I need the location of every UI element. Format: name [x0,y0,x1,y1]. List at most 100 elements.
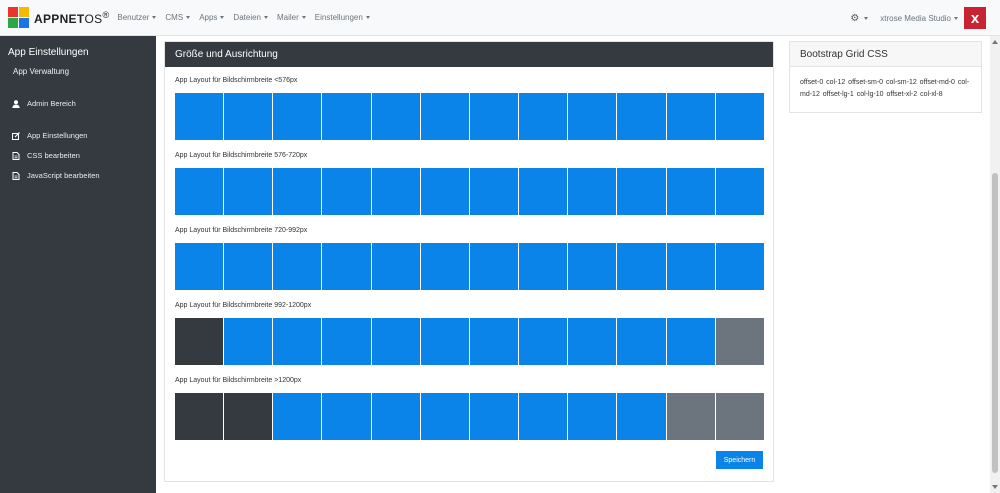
scroll-thumb[interactable] [992,173,998,473]
sidebar-title: App Einstellungen [8,47,89,58]
brand-name: APPNETOS® [34,9,110,26]
file-icon [12,151,20,160]
menu-apps[interactable]: Apps [199,13,225,22]
sidebar-item-javascript-bearbeiten[interactable]: JavaScript bearbeiten [12,171,100,180]
sidebar-item-app-einstellungen[interactable]: App Einstellungen [12,131,87,140]
card-header: Größe und Ausrichtung [165,42,773,67]
grid-cell-col[interactable] [469,168,519,215]
grid-cell-col[interactable] [519,393,568,440]
grid-cell-col[interactable] [420,93,469,140]
grid-cell-col[interactable] [420,318,469,365]
sidebar-item-admin-bereich[interactable]: Admin Bereich [12,99,76,108]
caret-down-icon [864,16,869,20]
grid-cell-col[interactable] [715,168,764,215]
grid-cell-col[interactable] [371,93,420,140]
grid-cell-col[interactable] [273,93,322,140]
grid-cell-col[interactable] [371,393,420,440]
grid-cell-col[interactable] [224,93,273,140]
menu-mailer[interactable]: Mailer [277,13,306,22]
row-label-xs: App Layout für Bildschirmbreite <576px [175,77,298,84]
grid-cell-col[interactable] [666,168,715,215]
file-icon [12,171,20,180]
menu-cms[interactable]: CMS [165,13,191,22]
scroll-up-icon[interactable] [992,40,998,44]
bootstrap-grid-classes: offset-0 col-12 offset-sm-0 col-sm-12 of… [800,79,970,98]
grid-cell-col[interactable] [568,393,617,440]
edit-icon [12,131,20,140]
caret-down-icon [186,16,191,19]
grid-cell-col[interactable] [371,318,420,365]
row-label-sm: App Layout für Bildschirmbreite 576-720p… [175,152,308,159]
grid-cell-col[interactable] [371,243,420,290]
save-button[interactable]: Speichern [716,451,763,469]
grid-cell-col[interactable] [273,393,322,440]
user-menu[interactable]: xtrose Media Studio [880,14,958,23]
grid-cell-col[interactable] [175,243,224,290]
scroll-down-icon[interactable] [992,485,998,489]
layout-card: Größe und Ausrichtung App Layout für Bil… [164,41,774,482]
grid-cell-col[interactable] [322,243,371,290]
page-scrollbar[interactable] [990,36,1000,493]
grid-cell-col[interactable] [322,168,371,215]
grid-cell-col[interactable] [175,93,224,140]
grid-cell-col[interactable] [617,93,666,140]
gear-icon[interactable]: ⚙ [850,13,859,24]
grid-cell-col[interactable] [666,318,715,365]
grid-cell-col[interactable] [617,168,666,215]
grid-cell-col[interactable] [322,318,371,365]
menu-benutzer[interactable]: Benutzer [117,13,157,22]
grid-cell-col[interactable] [469,318,519,365]
grid-cell-col[interactable] [519,93,568,140]
grid-cell-col[interactable] [420,243,469,290]
grid-cell-col[interactable] [519,168,568,215]
row-label-md: App Layout für Bildschirmbreite 720-992p… [175,227,308,234]
sidebar-item-css-bearbeiten[interactable]: CSS bearbeiten [12,151,80,160]
grid-row-md [175,243,764,290]
grid-cell-col[interactable] [224,318,273,365]
grid-cell-trailing[interactable] [666,393,715,440]
sidebar-subtitle: App Verwaltung [13,67,70,76]
grid-cell-col[interactable] [273,318,322,365]
grid-cell-col[interactable] [715,93,764,140]
grid-cell-col[interactable] [568,93,617,140]
grid-cell-trailing[interactable] [715,318,764,365]
grid-cell-col[interactable] [224,168,273,215]
menu-dateien[interactable]: Dateien [233,13,268,22]
grid-cell-offset[interactable] [175,318,224,365]
grid-cell-col[interactable] [568,168,617,215]
bootstrap-grid-title: Bootstrap Grid CSS [790,42,981,67]
menu-einstellungen[interactable]: Einstellungen [315,13,370,22]
grid-cell-col[interactable] [322,393,371,440]
grid-cell-col[interactable] [617,318,666,365]
grid-cell-col[interactable] [175,168,224,215]
grid-cell-col[interactable] [666,243,715,290]
grid-cell-col[interactable] [322,93,371,140]
appnetos-logo [8,6,30,29]
grid-row-lg [175,318,764,365]
grid-cell-trailing[interactable] [715,393,764,440]
grid-cell-offset[interactable] [224,393,273,440]
grid-cell-offset[interactable] [175,393,224,440]
grid-cell-col[interactable] [224,243,273,290]
grid-cell-col[interactable] [666,93,715,140]
grid-cell-col[interactable] [568,318,617,365]
grid-cell-col[interactable] [568,243,617,290]
brand[interactable]: APPNETOS® [8,0,109,36]
grid-cell-col[interactable] [420,393,469,440]
grid-cell-col[interactable] [469,93,519,140]
grid-cell-col[interactable] [371,168,420,215]
caret-down-icon [264,16,268,19]
caret-down-icon [954,16,958,20]
grid-cell-col[interactable] [273,243,322,290]
grid-cell-col[interactable] [519,318,568,365]
grid-cell-col[interactable] [273,168,322,215]
grid-cell-col[interactable] [617,393,666,440]
grid-cell-col[interactable] [469,243,519,290]
grid-cell-col[interactable] [420,168,469,215]
grid-cell-col[interactable] [469,393,519,440]
grid-cell-col[interactable] [715,243,764,290]
main-menu: Benutzer CMS Apps Dateien Mailer Einstel… [117,13,378,22]
grid-cell-col[interactable] [617,243,666,290]
sidebar-item-label: CSS bearbeiten [27,151,80,160]
grid-cell-col[interactable] [519,243,568,290]
